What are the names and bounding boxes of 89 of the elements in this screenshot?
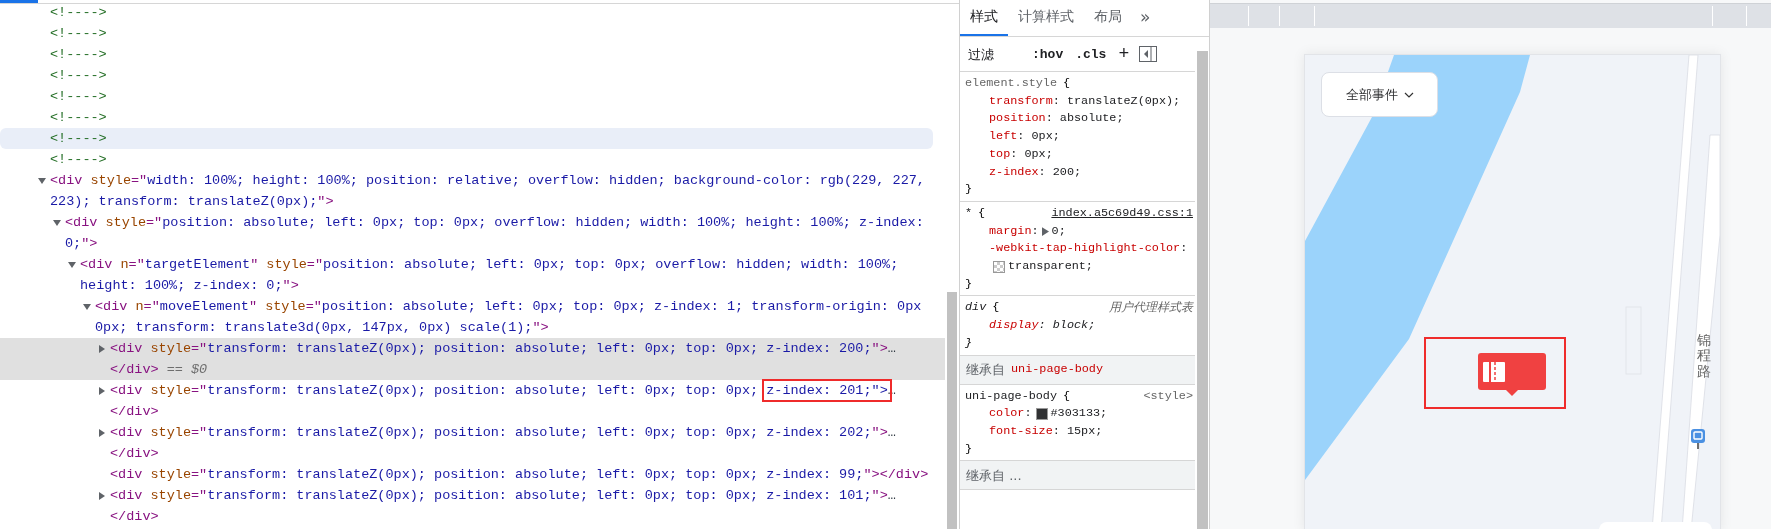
color-swatch[interactable]	[1035, 408, 1048, 421]
css-selector: *	[965, 204, 973, 222]
disclosure-triangle-icon[interactable]	[98, 428, 106, 437]
source-link[interactable]: index.a5c69d49.css:1	[1051, 204, 1193, 223]
panel-tab[interactable]: 计算样式	[1008, 0, 1084, 36]
css-value: translateZ(0px);	[1065, 92, 1181, 110]
colon: :	[1045, 110, 1053, 128]
css-property: top	[989, 145, 1011, 163]
sidebar-toggle-icon[interactable]	[1139, 46, 1158, 62]
html-comment[interactable]: <!---->	[50, 65, 943, 86]
html-comment[interactable]: <!---->	[50, 149, 943, 170]
element-tag-line[interactable]: <div n="targetElement" style="position: absolute; left: 0px; top: 0px; overflow: hidden; width: 100%; height: 100%; z-index: 0;">	[80, 254, 943, 296]
class-toggle-button[interactable]: .cls	[1073, 46, 1109, 62]
css-value: transparent;	[1008, 258, 1093, 276]
css-property: z-index	[989, 163, 1039, 181]
css-property: position	[989, 110, 1046, 128]
source-label: <style>	[1143, 387, 1193, 405]
disclosure-triangle-icon[interactable]	[98, 344, 106, 353]
html-comment[interactable]: <!---->	[50, 107, 943, 128]
disclosure-triangle-icon[interactable]	[98, 386, 106, 395]
css-value: 0;	[1051, 222, 1066, 240]
brace: {	[978, 204, 986, 222]
element-tag-line[interactable]: <div style="transform: translateZ(0px); position: absolute; left: 0px; top: 0px; z-index: 101;">… </div>	[110, 485, 943, 527]
expand-triangle-icon[interactable]	[1041, 226, 1049, 236]
road-label: 锦程路	[1697, 333, 1711, 380]
brace: {	[1063, 75, 1071, 92]
colon: :	[1180, 240, 1188, 258]
css-property: display	[989, 317, 1039, 335]
element-tag-line[interactable]: <div style="transform: translateZ(0px); position: absolute; left: 0px; top: 0px; z-index: 202;">… </div>	[110, 422, 943, 464]
colon: :	[1052, 92, 1060, 110]
css-property: margin	[989, 222, 1032, 240]
disclosure-triangle-icon[interactable]	[83, 302, 91, 311]
hover-state-button[interactable]: :hov	[1030, 46, 1066, 62]
css-property: font-size	[989, 422, 1053, 440]
panel-tab[interactable]: 布局	[1084, 0, 1132, 36]
css-value: #303133;	[1050, 405, 1108, 423]
element-tag-line[interactable]: <div style="transform: translateZ(0px); position: absolute; left: 0px; top: 0px; z-index: 99;"></div>	[110, 464, 943, 485]
disclosure-triangle-icon[interactable]	[53, 218, 61, 227]
colon: :	[1010, 145, 1018, 163]
map-view[interactable]: 全部事件 锦程路	[1304, 54, 1721, 529]
color-swatch[interactable]	[993, 260, 1005, 273]
brace: }	[965, 441, 973, 456]
css-value: absolute;	[1058, 110, 1124, 128]
html-comment[interactable]: <!---->	[50, 86, 943, 107]
inherited-element[interactable]: uni-page-body	[1011, 360, 1104, 379]
css-selector: div	[965, 299, 987, 317]
colon: :	[1017, 128, 1025, 146]
brace: }	[965, 276, 973, 291]
css-property: -webkit-tap-highlight-color	[989, 240, 1181, 258]
colon: :	[1024, 405, 1032, 423]
colon: :	[1038, 163, 1046, 181]
panel-tab-indicator	[0, 0, 38, 3]
css-selector: element.style	[965, 75, 1058, 92]
disclosure-triangle-icon[interactable]	[38, 176, 46, 185]
element-tag-line[interactable]: <div n="moveElement" style="position: absolute; left: 0px; top: 0px; z-index: 1; transform-origin: 0px 0px; transform: translate3d(0px, 147px, 0px) scale(1);">	[95, 296, 943, 338]
css-value: 15px;	[1065, 422, 1103, 440]
event-filter-dropdown[interactable]: 全部事件	[1321, 72, 1438, 117]
disclosure-triangle-icon[interactable]	[68, 260, 76, 269]
panel-tab[interactable]: 样式	[960, 0, 1008, 36]
html-comment[interactable]: <!---->	[50, 23, 943, 44]
html-comment[interactable]: <!---->	[50, 44, 943, 65]
css-value: block;	[1051, 317, 1096, 335]
html-comment[interactable]: <!---->	[50, 2, 943, 23]
disclosure-triangle-icon[interactable]	[98, 491, 106, 500]
brace: }	[965, 182, 973, 197]
css-value: 0px;	[1030, 128, 1060, 146]
element-tag-line[interactable]: <div style="position: absolute; left: 0px; top: 0px; overflow: hidden; width: 100%; height: 100%; z-index: 0;">	[65, 212, 943, 254]
brace: }	[965, 335, 973, 350]
element-tag-line[interactable]: <div style="width: 100%; height: 100%; position: relative; overflow: hidden; background-color: rgb(229, 227, 223); transform: translateZ(0px);">	[50, 170, 943, 212]
css-property: color	[989, 405, 1025, 423]
chevron-down-icon	[1403, 91, 1414, 98]
css-property: transform	[989, 92, 1053, 110]
colon: :	[1052, 422, 1060, 440]
more-tabs-button[interactable]: »	[1132, 0, 1159, 36]
inherited-label: 继承自 ...	[966, 466, 1022, 485]
css-selector: uni-page-body	[965, 387, 1058, 405]
css-value: 0px;	[1023, 145, 1053, 163]
brace: {	[1063, 387, 1071, 405]
colon: :	[1031, 222, 1039, 240]
source-label: 用户代理样式表	[1109, 299, 1193, 317]
colon: :	[1038, 317, 1046, 335]
road-icon	[1482, 359, 1506, 384]
css-property: left	[989, 128, 1018, 146]
inherited-label: 继承自	[966, 360, 1005, 379]
element-tag-line[interactable]: <div style="transform: translateZ(0px); position: absolute; left: 0px; top: 0px; z-index: 201;">… </div>	[110, 380, 943, 422]
css-value: 200;	[1051, 163, 1082, 181]
bus-stop-icon	[1691, 429, 1705, 449]
brace: {	[992, 299, 1000, 317]
new-rule-button[interactable]: +	[1116, 44, 1132, 64]
